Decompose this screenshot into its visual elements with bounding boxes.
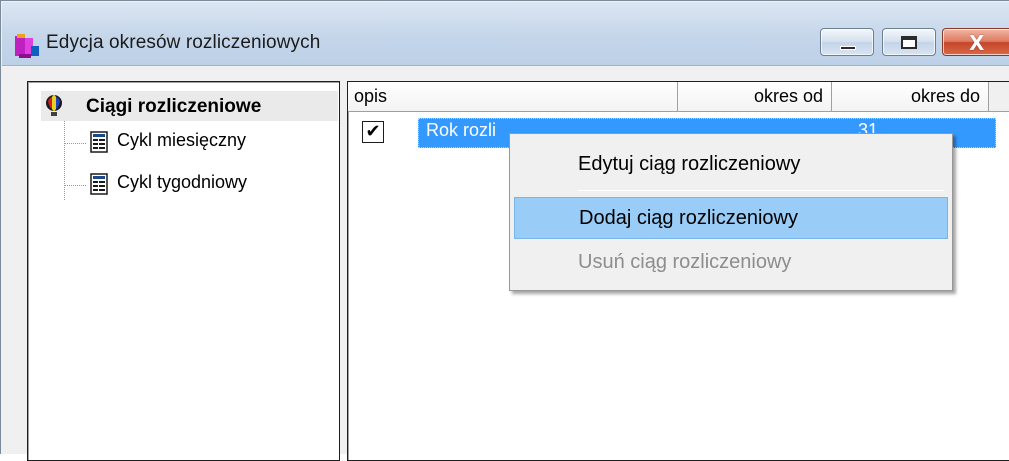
row-checkbox[interactable]: ✔ xyxy=(362,121,384,143)
close-button[interactable]: X xyxy=(942,28,1009,56)
menu-item-edytuj[interactable]: Edytuj ciąg rozliczeniowy xyxy=(514,143,948,185)
tree-root-node[interactable]: Ciągi rozliczeniowe xyxy=(41,91,338,121)
tree-connector-line xyxy=(64,185,86,186)
maximize-icon xyxy=(901,36,917,49)
minimize-icon xyxy=(840,46,856,50)
cell-opis: Rok rozli xyxy=(426,120,497,140)
menu-separator xyxy=(578,190,944,191)
app-icon xyxy=(15,34,39,58)
tree-connector-line xyxy=(64,143,86,144)
title-bar[interactable]: Edycja okresów rozliczeniowych X xyxy=(2,2,1009,66)
maximize-button[interactable] xyxy=(882,28,936,56)
column-header-opis[interactable]: opis xyxy=(348,82,678,111)
balloon-icon xyxy=(46,95,62,116)
tree-view[interactable]: Ciągi rozliczeniowe Cykl miesięczny Cykl… xyxy=(27,81,340,461)
menu-item-usun[interactable]: Usuń ciąg rozliczeniowy xyxy=(514,241,948,283)
tree-item-label: Cykl miesięczny xyxy=(117,130,247,150)
column-header-okres-do[interactable]: okres do xyxy=(832,82,989,111)
minimize-button[interactable] xyxy=(820,28,874,56)
list-header: opis okres od okres do xyxy=(348,82,1009,112)
tree-connector-line xyxy=(64,121,65,200)
tree-root-label: Ciągi rozliczeniowe xyxy=(86,96,262,117)
context-menu: Edytuj ciąg rozliczeniowy Dodaj ciąg roz… xyxy=(509,133,953,291)
tree-item-cykl-miesieczny[interactable]: Cykl miesięczny xyxy=(88,128,328,156)
document-icon xyxy=(90,173,108,195)
menu-item-dodaj[interactable]: Dodaj ciąg rozliczeniowy xyxy=(514,197,948,239)
column-header-okres-od[interactable]: okres od xyxy=(678,82,832,111)
close-icon: X xyxy=(969,31,985,55)
tree-item-cykl-tygodniowy[interactable]: Cykl tygodniowy xyxy=(88,170,328,198)
tree-item-label: Cykl tygodniowy xyxy=(117,172,248,192)
window-title: Edycja okresów rozliczeniowych xyxy=(46,32,321,53)
document-icon xyxy=(90,131,108,153)
